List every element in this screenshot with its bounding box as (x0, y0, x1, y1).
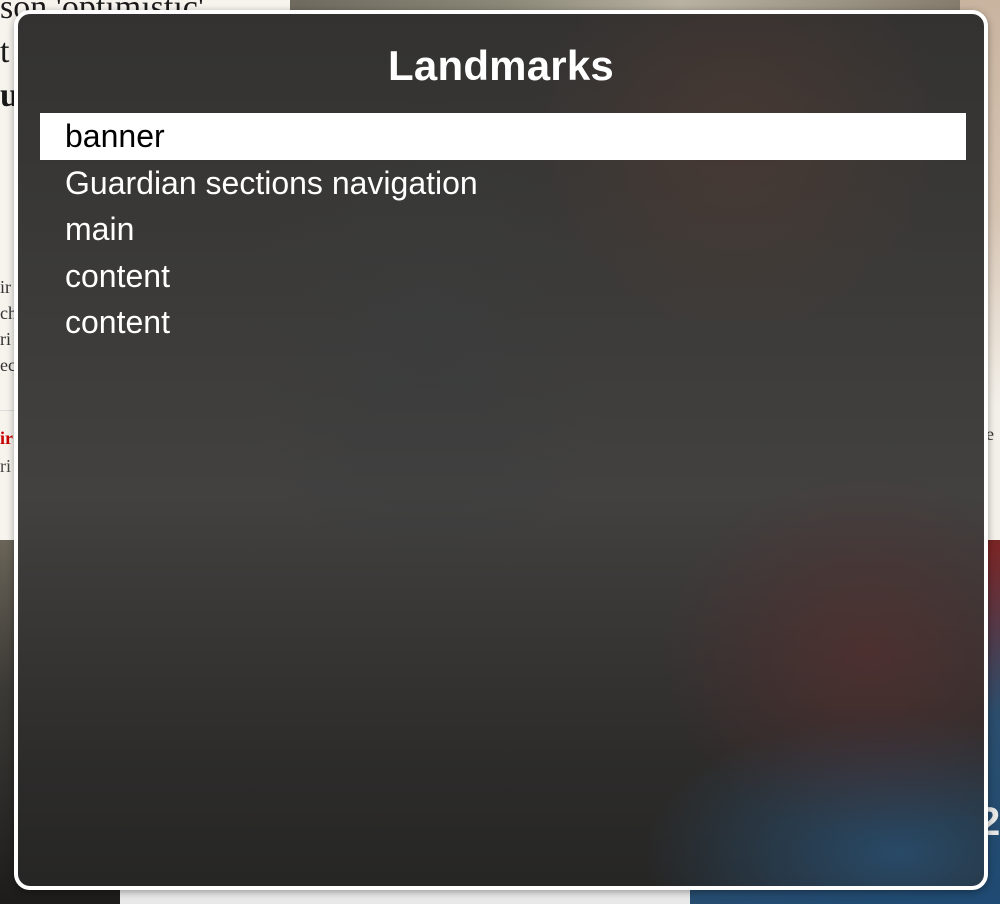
landmark-item-guardian-sections-navigation[interactable]: Guardian sections navigation (40, 160, 966, 207)
landmarks-list[interactable]: banner Guardian sections navigation main co… (40, 113, 966, 346)
rotor-title: Landmarks (388, 42, 614, 89)
landmark-item-banner[interactable]: banner (40, 113, 966, 160)
landmark-item-content[interactable]: content (40, 299, 966, 346)
landmark-item-content[interactable]: content (40, 253, 966, 300)
landmark-item-main[interactable]: main (40, 206, 966, 253)
voiceover-rotor-panel: Landmarks banner Guardian sections naviga… (14, 10, 988, 890)
